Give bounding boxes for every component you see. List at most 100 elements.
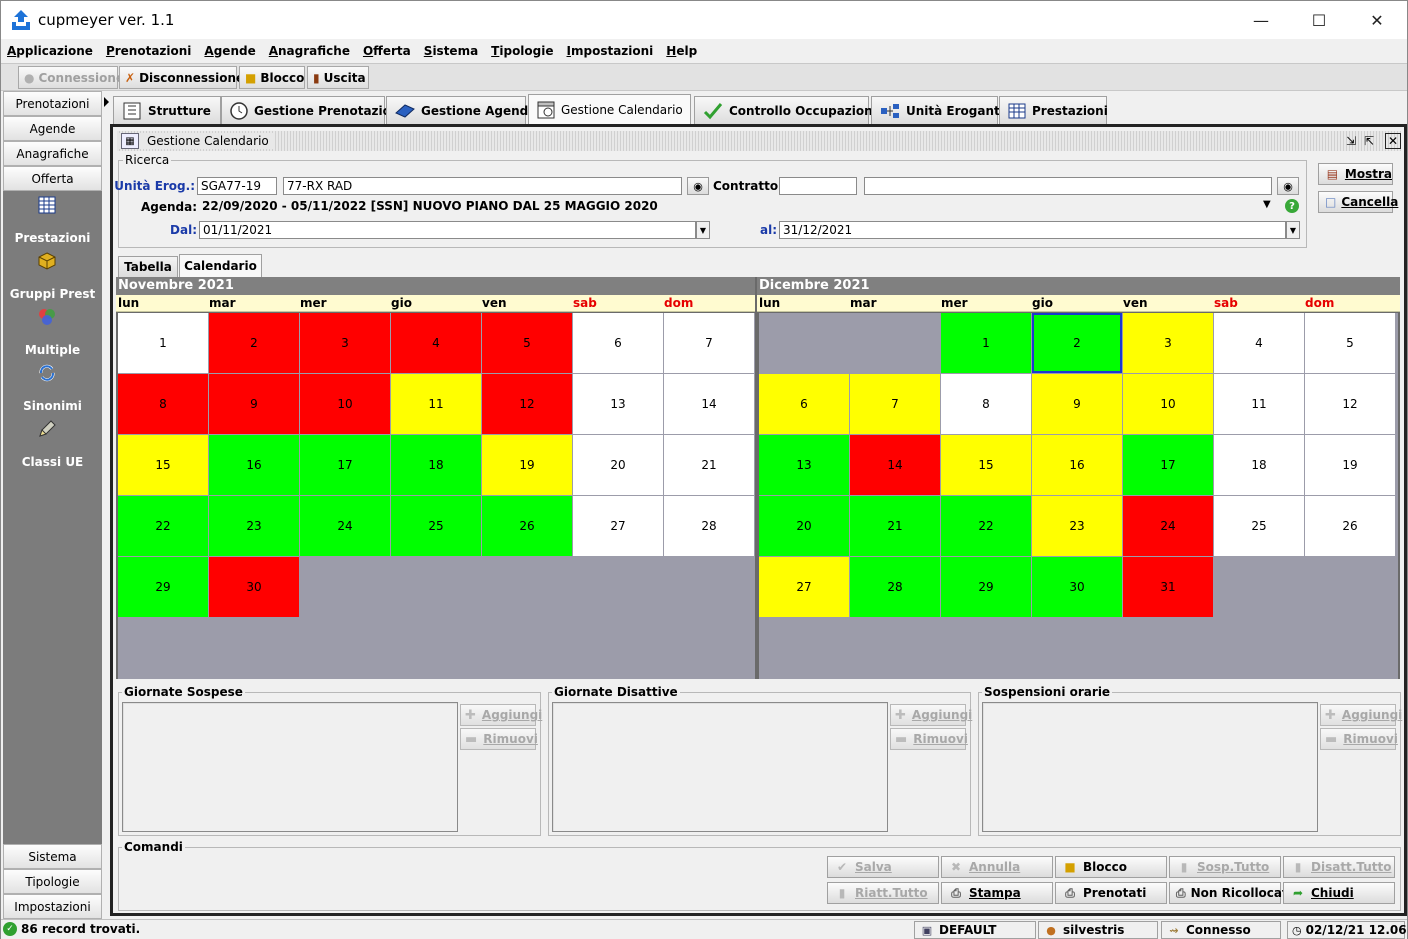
day-cell[interactable]: 16 <box>209 435 299 495</box>
unita-desc-field[interactable]: 77-RX RAD <box>283 177 682 195</box>
sospensioni-orarie-rimuovi-button[interactable]: ▬ Rimuovi <box>1320 728 1398 750</box>
day-cell[interactable]: 23 <box>1032 496 1122 556</box>
day-cell[interactable]: 25 <box>391 496 481 556</box>
cancella-button[interactable]: □ Cancella <box>1318 191 1398 213</box>
subtab-tabella[interactable]: Tabella <box>118 256 178 277</box>
subtab-calendario[interactable]: Calendario <box>179 254 262 277</box>
day-cell[interactable]: 11 <box>1214 374 1304 434</box>
disconnessione-button[interactable]: ✗ Disconnessione <box>119 66 244 89</box>
day-cell[interactable]: 15 <box>118 435 208 495</box>
unita-code-field[interactable]: SGA77-19 <box>197 177 277 195</box>
grid-icon[interactable] <box>37 195 57 215</box>
day-cell[interactable]: 9 <box>1032 374 1122 434</box>
dal-field[interactable]: 01/11/2021 <box>199 221 696 239</box>
giornate-disattive-list[interactable] <box>552 702 888 832</box>
day-cell[interactable]: 15 <box>941 435 1031 495</box>
day-cell[interactable]: 25 <box>1214 496 1304 556</box>
day-cell[interactable]: 5 <box>1305 313 1395 373</box>
day-cell[interactable]: 18 <box>391 435 481 495</box>
nav-item-sinonimi[interactable]: Sinonimi <box>3 399 102 413</box>
day-cell[interactable]: 31 <box>1123 557 1213 617</box>
day-cell[interactable]: 11 <box>391 374 481 434</box>
day-cell[interactable]: 6 <box>759 374 849 434</box>
non-ricollocati-button[interactable]: ⎙ Non Ricollocati <box>1169 882 1292 904</box>
day-cell[interactable]: 17 <box>300 435 390 495</box>
menu-offerta[interactable]: Offerta <box>363 44 411 58</box>
day-cell[interactable]: 30 <box>1032 557 1122 617</box>
menu-applicazione[interactable]: Applicazione <box>7 44 93 58</box>
mostra-button[interactable]: ▤ Mostra <box>1318 163 1393 185</box>
prenotati-button[interactable]: ⎙ Prenotati <box>1055 882 1167 904</box>
box-icon[interactable] <box>37 251 57 271</box>
day-cell[interactable]: 14 <box>664 374 754 434</box>
day-cell[interactable]: 7 <box>664 313 754 373</box>
day-cell[interactable]: 19 <box>482 435 572 495</box>
day-cell[interactable]: 5 <box>482 313 572 373</box>
sospensioni-orarie-aggiungi-button[interactable]: ✚ Aggiungi <box>1320 704 1402 726</box>
unita-lookup-button[interactable]: ◉ <box>687 177 709 195</box>
day-cell[interactable]: 14 <box>850 435 940 495</box>
nav-sistema[interactable]: Sistema <box>3 844 102 869</box>
contratto-lookup-button[interactable]: ◉ <box>1277 177 1299 195</box>
nav-agende[interactable]: Agende <box>3 116 102 141</box>
disatt-tutto-button[interactable]: ▮ Disatt.Tutto <box>1283 856 1395 878</box>
day-cell[interactable]: 22 <box>941 496 1031 556</box>
riatt-tutto-button[interactable]: ▮ Riatt.Tutto <box>827 882 939 904</box>
al-field[interactable]: 31/12/2021 <box>779 221 1286 239</box>
tab-strutture[interactable]: Strutture <box>113 96 221 124</box>
minimize-icon[interactable]: — <box>1232 1 1290 39</box>
menu-anagrafiche[interactable]: Anagrafiche <box>269 44 350 58</box>
menu-sistema[interactable]: Sistema <box>424 44 478 58</box>
tab-unita-eroganti[interactable]: Unità Eroganti <box>871 96 1004 124</box>
day-cell[interactable]: 8 <box>118 374 208 434</box>
menu-impostazioni[interactable]: Impostazioni <box>567 44 654 58</box>
al-dropdown-icon[interactable]: ▼ <box>1286 221 1300 239</box>
sosp-tutto-button[interactable]: ▮ Sosp.Tutto <box>1169 856 1281 878</box>
day-cell[interactable]: 22 <box>118 496 208 556</box>
day-cell[interactable]: 12 <box>482 374 572 434</box>
giornate-sospese-aggiungi-button[interactable]: ✚ Aggiungi <box>460 704 542 726</box>
day-cell[interactable]: 20 <box>573 435 663 495</box>
tab-prestazioni[interactable]: Prestazioni <box>999 96 1108 124</box>
day-cell[interactable]: 24 <box>300 496 390 556</box>
agenda-select[interactable]: 22/09/2020 - 05/11/2022 [SSN] NUOVO PIAN… <box>199 198 1273 216</box>
day-cell[interactable]: 3 <box>300 313 390 373</box>
chevron-down-icon[interactable]: ▼ <box>1263 199 1271 210</box>
day-cell[interactable]: 10 <box>1123 374 1213 434</box>
day-cell[interactable]: 2 <box>1032 313 1122 373</box>
nav-offerta[interactable]: Offerta <box>3 166 102 191</box>
giornate-sospese-list[interactable] <box>122 702 458 832</box>
day-cell[interactable]: 6 <box>573 313 663 373</box>
circles-icon[interactable] <box>37 307 57 327</box>
stampa-button[interactable]: ⎙ Stampa <box>941 882 1053 904</box>
day-cell[interactable]: 1 <box>118 313 208 373</box>
close-icon[interactable]: ✕ <box>1385 133 1401 149</box>
day-cell[interactable]: 21 <box>664 435 754 495</box>
nav-item-gruppi-prest[interactable]: Gruppi Prest <box>3 287 102 301</box>
day-cell[interactable]: 13 <box>759 435 849 495</box>
connessione-button[interactable]: ● Connessione <box>18 66 124 89</box>
blocco-button[interactable]: ■ Blocco <box>239 66 305 89</box>
nav-tipologie[interactable]: Tipologie <box>3 869 102 894</box>
day-cell[interactable]: 13 <box>573 374 663 434</box>
sync-icon[interactable] <box>37 363 57 383</box>
day-cell[interactable]: 28 <box>664 496 754 556</box>
contratto-code-field[interactable] <box>779 177 857 195</box>
day-cell[interactable]: 4 <box>1214 313 1304 373</box>
help-icon[interactable]: ? <box>1285 199 1299 213</box>
day-cell[interactable]: 18 <box>1214 435 1304 495</box>
blocco-cmd-button[interactable]: ■ Blocco <box>1055 856 1167 878</box>
giornate-disattive-aggiungi-button[interactable]: ✚ Aggiungi <box>890 704 972 726</box>
nav-anagrafiche[interactable]: Anagrafiche <box>3 141 102 166</box>
day-cell[interactable]: 19 <box>1305 435 1395 495</box>
tab-gestione-prenotazioni[interactable]: Gestione Prenotazioni <box>221 96 404 124</box>
maximize-icon[interactable]: ☐ <box>1290 1 1348 39</box>
nav-item-prestazioni[interactable]: Prestazioni <box>3 231 102 245</box>
day-cell[interactable]: 27 <box>759 557 849 617</box>
day-cell[interactable]: 1 <box>941 313 1031 373</box>
menu-tipologie[interactable]: Tipologie <box>491 44 553 58</box>
day-cell[interactable]: 7 <box>850 374 940 434</box>
day-cell[interactable]: 20 <box>759 496 849 556</box>
day-cell[interactable]: 3 <box>1123 313 1213 373</box>
day-cell[interactable]: 21 <box>850 496 940 556</box>
